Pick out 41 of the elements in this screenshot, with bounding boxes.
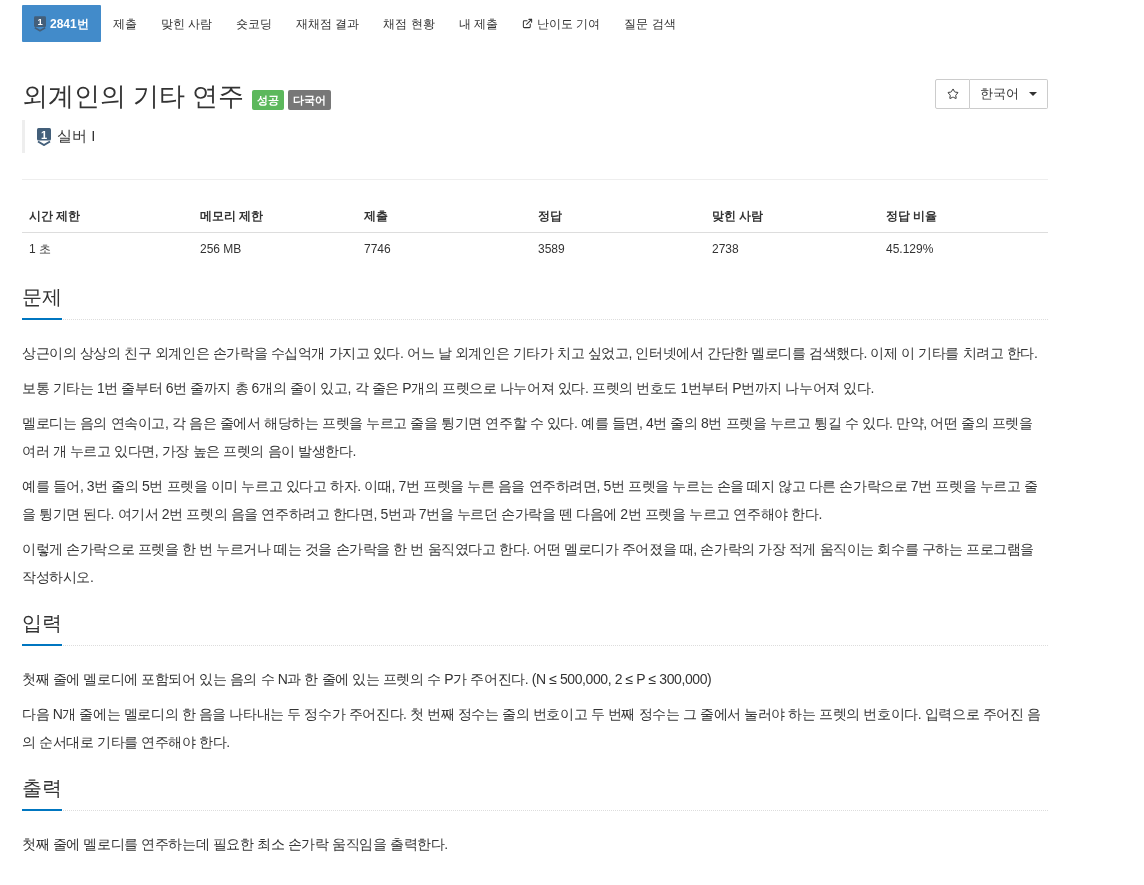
nav-tab[interactable]: 난이도 기여 [510, 5, 613, 42]
nav-tab[interactable]: 숏코딩 [224, 5, 285, 42]
language-dropdown[interactable]: 한국어 [970, 79, 1048, 109]
nav-tab[interactable]: 질문 검색 [612, 5, 688, 42]
table-cell-text: 1 초 [28, 241, 52, 258]
table-cell-text: 3589 [537, 241, 566, 258]
column-header: 시간 제한 [28, 208, 82, 225]
problem-title: 외계인의 기타 연주 [22, 80, 245, 113]
star-button[interactable] [935, 79, 970, 109]
table-cell-text: 256 MB [199, 241, 243, 258]
section-title: 입력 [22, 609, 62, 646]
nav-tab[interactable]: 제출 [100, 5, 149, 42]
section-title: 문제 [22, 283, 62, 320]
column-header: 맞힌 사람 [711, 208, 765, 225]
paragraph: 이렇게 손가락으로 프렛을 한 번 누르거나 떼는 것을 손가락을 한 번 움직였다고 한다. 어떤 멜로디가 주어졌을 때, 손가락의 가장 적게 움직이는 회수를 구하는 프로그램을 작성하시오. [22, 540, 1036, 587]
nav-tab[interactable]: 1 2841번 [22, 5, 101, 42]
nav-tab[interactable]: 맞힌 사람 [148, 5, 225, 42]
paragraph: 보통 기타는 1번 줄부터 6번 줄까지 총 6개의 줄이 있고, 각 줄은 P개의 프렛으로 나누어져 있다. 프렛의 번호도 1번부터 P번까지 나누어져 있다. [22, 379, 875, 398]
nav-tab[interactable]: 재채점 결과 [284, 5, 372, 42]
paragraph: 첫째 줄에 멜로디를 연주하는데 필요한 최소 손가락 움직임을 출력한다. [22, 835, 449, 854]
tier-label: 실버 I [57, 126, 96, 147]
column-header: 제출 [363, 208, 389, 225]
paragraph: 예를 들어, 3번 줄의 5번 프렛을 이미 누르고 있다고 하자. 이때, 7번 프렛을 누른 음을 연주하려면, 5번 프렛을 누르는 손을 떼지 않고 다른 손가락으로 7번 프렛을 누르고 줄을 튕기면 된다. 여기서 2번 프렛의 음을 연주하려고 한다면, 5번과 7번을 누르던 손가락을 뗀 다음에 2번 프렛을 누르고 연주해야 한다. [22, 477, 1039, 524]
caret-icon [1029, 92, 1037, 96]
status-badge: 다국어 [288, 90, 332, 110]
table-cell-text: 45.129% [885, 241, 935, 258]
nav-tab[interactable]: 내 제출 [446, 5, 511, 42]
paragraph: 상근이의 상상의 친구 외계인은 손가락을 수십억개 가지고 있다. 어느 날 외계인은 기타가 치고 싶었고, 인터넷에서 간단한 멜로디를 검색했다. 이제 이 기타를 치려고 한다. [22, 344, 1039, 363]
column-header: 정답 비율 [885, 208, 939, 225]
paragraph: 멜로디는 음의 연속이고, 각 음은 줄에서 해당하는 프렛을 누르고 줄을 튕기면 연주할 수 있다. 예를 들면, 4번 줄의 8번 프렛을 누르고 튕길 수 있다. 만약, 어떤 줄의 프렛을 여러 개 누르고 있다면, 가장 높은 프렛의 음이 발생한다. [22, 414, 1034, 461]
star-icon [946, 88, 959, 100]
table-cell-text: 7746 [363, 241, 392, 258]
column-header: 메모리 제한 [199, 208, 265, 225]
nav-tab[interactable]: 채점 현황 [371, 5, 447, 42]
column-header: 정답 [537, 208, 563, 225]
table-cell-text: 2738 [711, 241, 740, 258]
section-title: 출력 [22, 774, 62, 811]
status-badge: 성공 [252, 90, 285, 110]
paragraph: 다음 N개 줄에는 멜로디의 한 음을 나타내는 두 정수가 주어진다. 첫 번째 정수는 줄의 번호이고 두 번째 정수는 그 줄에서 눌러야 하는 프렛의 번호이다. 입력으로 주어진 음의 순서대로 기타를 연주해야 한다. [22, 705, 1042, 752]
external-link-icon [522, 18, 534, 29]
paragraph: 첫째 줄에 멜로디에 포함되어 있는 음의 수 N과 한 줄에 있는 프렛의 수 P가 주어진다. (N ≤ 500,000, 2 ≤ P ≤ 300,000) [22, 670, 713, 689]
